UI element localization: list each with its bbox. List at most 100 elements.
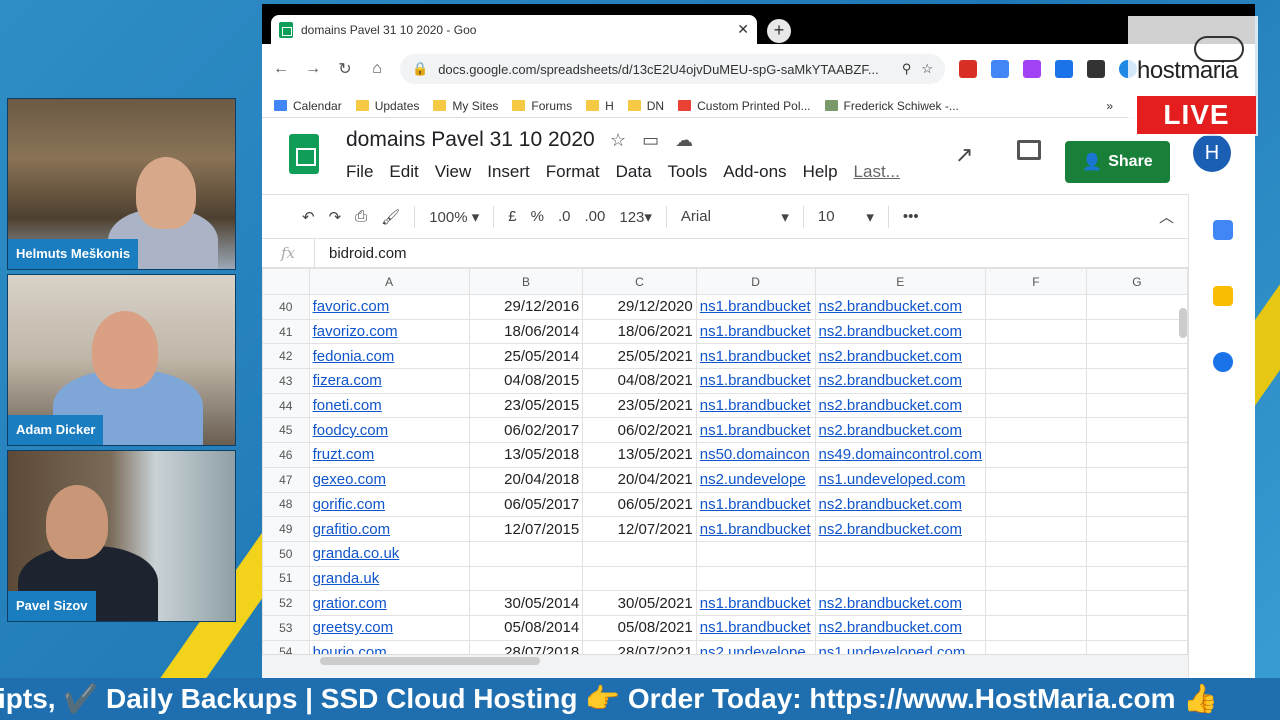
- font-size-select[interactable]: 10 ▾: [818, 208, 874, 226]
- cell-domain[interactable]: gorific.com: [308, 491, 470, 518]
- cell-empty[interactable]: [1085, 442, 1188, 468]
- cell-empty[interactable]: [1085, 466, 1188, 493]
- increase-decimal-button[interactable]: .00: [585, 208, 606, 225]
- explore-trend-icon[interactable]: ↗: [955, 142, 973, 168]
- cell-nameserver-1[interactable]: ns1.brandbucket: [695, 343, 816, 370]
- cell-domain[interactable]: fedonia.com: [308, 343, 470, 370]
- cell-nameserver-1[interactable]: ns1.brandbucket: [695, 294, 816, 320]
- cell-nameserver-1[interactable]: ns1.brandbucket: [695, 392, 816, 419]
- cell-domain[interactable]: fizera.com: [308, 368, 470, 394]
- cell-nameserver-1[interactable]: ns1.brandbucket: [695, 417, 816, 444]
- extension-icon[interactable]: [1023, 60, 1041, 78]
- cell-nameserver-2[interactable]: ns2.brandbucket.com: [814, 294, 986, 320]
- cell-date-expiry[interactable]: 20/04/2021: [582, 466, 697, 493]
- cell-date-registered[interactable]: 28/07/2018: [468, 639, 584, 654]
- formula-input[interactable]: bidroid.com: [314, 239, 407, 267]
- new-tab-button[interactable]: +: [767, 19, 791, 43]
- cell-date-registered[interactable]: 05/08/2014: [468, 614, 584, 641]
- bookmark-h[interactable]: H: [586, 99, 614, 113]
- cell-domain[interactable]: gexeo.com: [308, 466, 470, 493]
- spreadsheet-grid[interactable]: A B C D E F G 40 favoric.com 29/12/2016 29/…: [262, 268, 1188, 654]
- home-icon[interactable]: ⌂: [368, 60, 386, 78]
- cell-empty[interactable]: [984, 614, 1087, 641]
- cell-empty[interactable]: [984, 294, 1087, 320]
- cell-nameserver-2[interactable]: ns2.brandbucket.com: [814, 491, 986, 518]
- cell-nameserver-1[interactable]: ns1.brandbucket: [695, 590, 816, 616]
- cell-date-registered[interactable]: 13/05/2018: [468, 442, 584, 468]
- redo-icon[interactable]: ↷: [329, 208, 342, 226]
- row-number[interactable]: 40: [262, 294, 310, 320]
- cell-date-registered[interactable]: 25/05/2014: [468, 343, 584, 370]
- cell-date-registered[interactable]: 06/05/2017: [468, 491, 584, 518]
- corner-cell[interactable]: [262, 268, 310, 295]
- cell-date-expiry[interactable]: 13/05/2021: [582, 442, 697, 468]
- cell-date-expiry[interactable]: 23/05/2021: [582, 392, 697, 419]
- cell-empty[interactable]: [984, 590, 1087, 616]
- cell-domain[interactable]: favoric.com: [308, 294, 470, 320]
- cell-nameserver-2[interactable]: ns2.brandbucket.com: [814, 343, 986, 370]
- menu-help[interactable]: Help: [803, 162, 838, 182]
- menu-addons[interactable]: Add-ons: [723, 162, 786, 182]
- column-header-d[interactable]: D: [695, 268, 816, 295]
- translate-icon[interactable]: [1055, 60, 1073, 78]
- bookmark-updates[interactable]: Updates: [355, 99, 419, 113]
- share-button[interactable]: 👤 Share: [1065, 141, 1170, 183]
- menu-data[interactable]: Data: [616, 162, 652, 182]
- font-select[interactable]: Arial ▾: [681, 208, 789, 226]
- cell-empty[interactable]: [984, 466, 1087, 493]
- cell-empty[interactable]: [984, 639, 1087, 654]
- cell-date-registered[interactable]: 23/05/2015: [468, 392, 584, 419]
- extension-icon[interactable]: [991, 60, 1009, 78]
- scroll-thumb[interactable]: [320, 657, 540, 665]
- cell-empty[interactable]: [1085, 491, 1188, 518]
- cell-nameserver-1[interactable]: ns1.brandbucket: [695, 318, 816, 345]
- number-format-select[interactable]: 123▾: [619, 208, 652, 226]
- cell-date-registered[interactable]: 04/08/2015: [468, 368, 584, 394]
- paint-format-icon[interactable]: 🖌: [381, 208, 400, 226]
- menu-file[interactable]: File: [346, 162, 373, 182]
- bookmark-custom-printed[interactable]: Custom Printed Pol...: [678, 99, 811, 113]
- cell-nameserver-1[interactable]: ns1.brandbucket: [695, 516, 816, 542]
- cell-date-expiry[interactable]: 04/08/2021: [582, 368, 697, 394]
- menu-view[interactable]: View: [435, 162, 472, 182]
- cell-date-registered[interactable]: 20/04/2018: [468, 466, 584, 493]
- bookmark-forums[interactable]: Forums: [512, 99, 572, 113]
- cell-nameserver-1[interactable]: ns1.brandbucket: [695, 614, 816, 641]
- cell-empty[interactable]: [984, 491, 1087, 518]
- cell-empty[interactable]: [984, 318, 1087, 345]
- cell-domain[interactable]: grafitio.com: [308, 516, 470, 542]
- cell-empty[interactable]: [1085, 417, 1188, 444]
- cell-empty[interactable]: [984, 516, 1087, 542]
- row-number[interactable]: 53: [262, 614, 310, 641]
- omnibox[interactable]: 🔒 docs.google.com/spreadsheets/d/13cE2U4…: [400, 54, 945, 84]
- cell-empty[interactable]: [1085, 565, 1188, 592]
- cell-empty[interactable]: [984, 565, 1087, 592]
- column-header-f[interactable]: F: [984, 268, 1087, 295]
- cell-empty[interactable]: [984, 417, 1087, 444]
- cell-nameserver-2[interactable]: [814, 540, 986, 567]
- cell-domain[interactable]: gratior.com: [308, 590, 470, 616]
- cell-date-registered[interactable]: [468, 565, 584, 592]
- cell-domain[interactable]: foneti.com: [308, 392, 470, 419]
- cell-date-expiry[interactable]: [582, 565, 697, 592]
- cell-nameserver-2[interactable]: ns2.brandbucket.com: [814, 318, 986, 345]
- row-number[interactable]: 48: [262, 491, 310, 518]
- cell-date-registered[interactable]: 30/05/2014: [468, 590, 584, 616]
- menu-tools[interactable]: Tools: [668, 162, 708, 182]
- cell-nameserver-2[interactable]: ns49.domaincontrol.com: [814, 442, 986, 468]
- row-number[interactable]: 46: [262, 442, 310, 468]
- row-number[interactable]: 41: [262, 318, 310, 345]
- cell-nameserver-1[interactable]: ns2.undevelope: [695, 466, 816, 493]
- cell-date-expiry[interactable]: 18/06/2021: [582, 318, 697, 345]
- tab-spreadsheet[interactable]: domains Pavel 31 10 2020 - Goo ✕: [271, 15, 757, 44]
- row-number[interactable]: 44: [262, 392, 310, 419]
- cell-empty[interactable]: [1085, 590, 1188, 616]
- cell-nameserver-2[interactable]: ns2.brandbucket.com: [814, 614, 986, 641]
- menu-insert[interactable]: Insert: [487, 162, 530, 182]
- cell-domain[interactable]: fruzt.com: [308, 442, 470, 468]
- cell-empty[interactable]: [1085, 318, 1188, 345]
- tasks-icon[interactable]: [1213, 352, 1233, 372]
- bookmark-frederick[interactable]: Frederick Schiwek -...: [824, 99, 959, 113]
- cell-empty[interactable]: [1085, 614, 1188, 641]
- cell-domain[interactable]: favorizo.com: [308, 318, 470, 345]
